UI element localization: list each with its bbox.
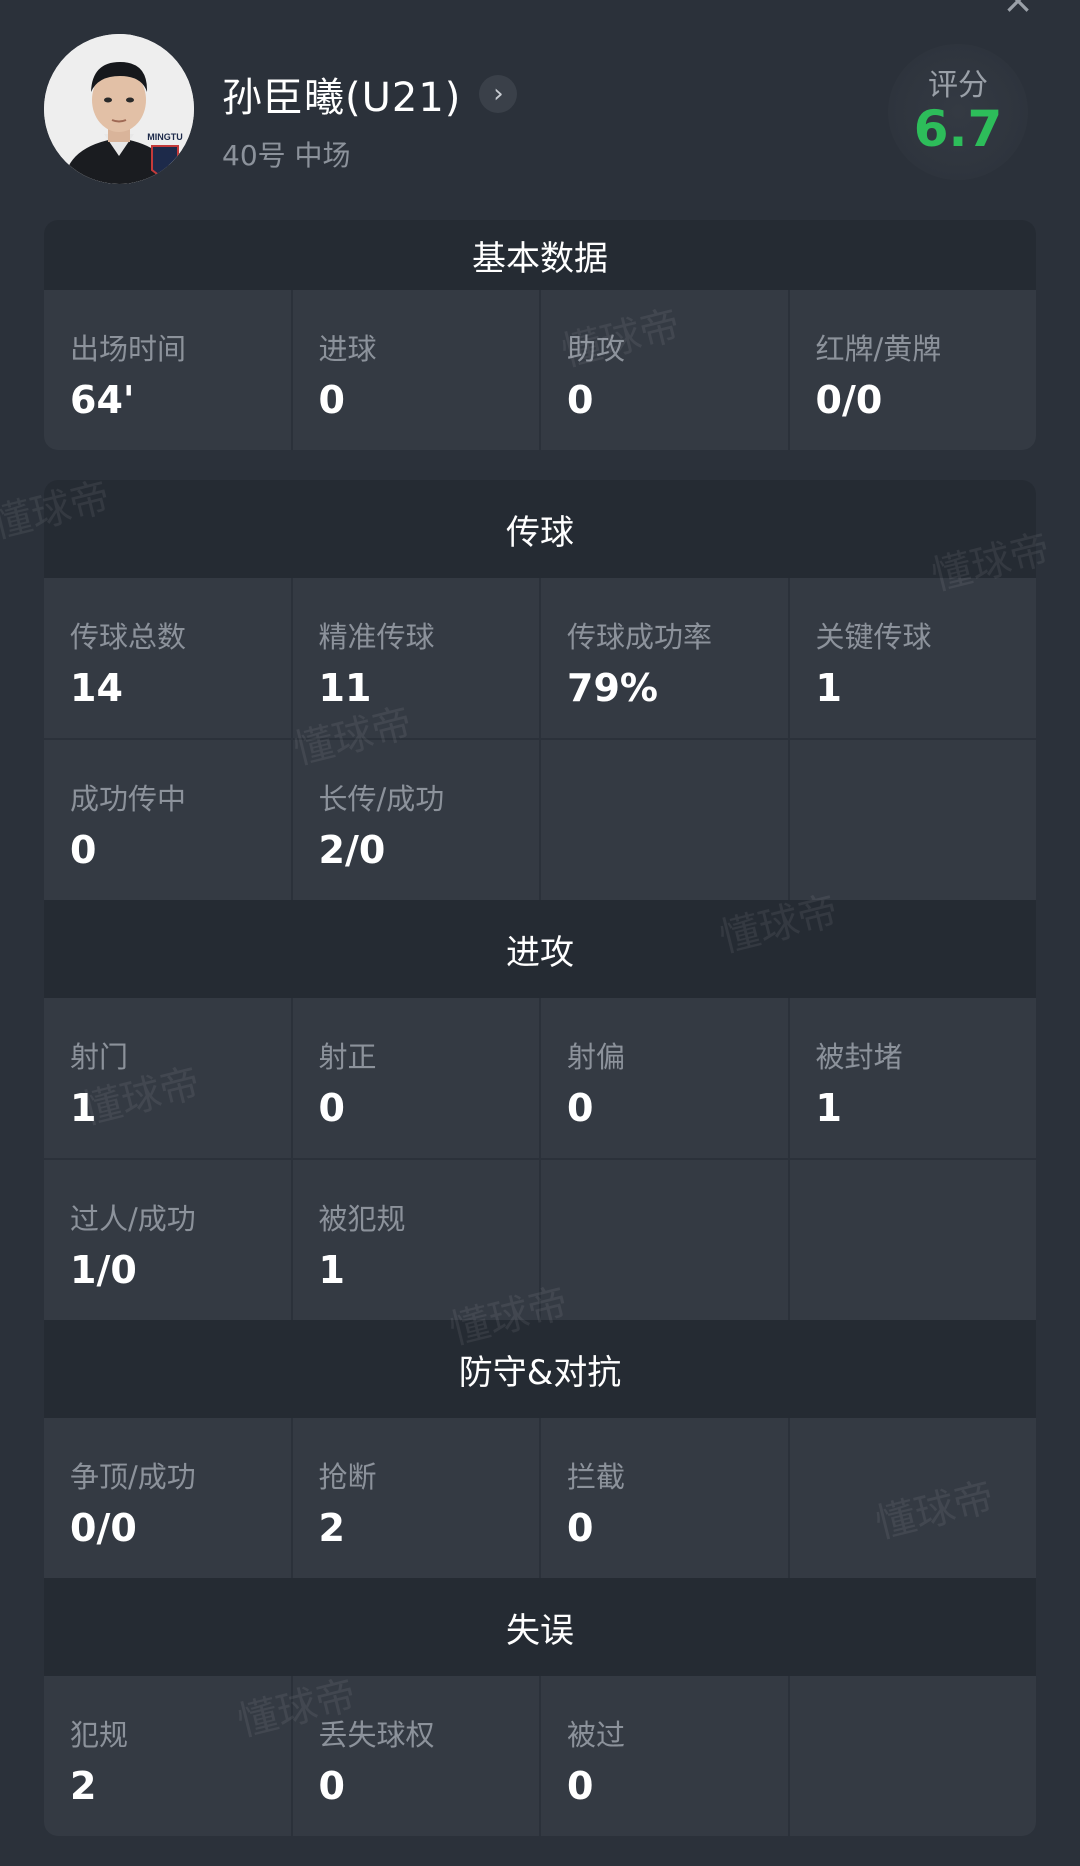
empty-cell — [539, 1160, 788, 1320]
club-badge-text: MINGTU — [147, 132, 183, 142]
stat-value: 1 — [318, 1248, 345, 1292]
stat-cell-aerials: 争顶/成功 0/0 — [44, 1418, 291, 1578]
section-title-basic: 基本数据 — [44, 220, 1036, 290]
stat-label: 过人/成功 — [70, 1202, 196, 1236]
stat-label: 传球总数 — [70, 620, 187, 654]
stat-value: 0 — [318, 1764, 345, 1808]
stat-value: 2 — [318, 1506, 345, 1550]
empty-cell — [787, 1676, 1037, 1836]
player-name: 孙臣曦(U21) — [222, 75, 462, 121]
stat-label: 被封堵 — [815, 1040, 903, 1074]
stat-cell-successful-crosses: 成功传中 0 — [44, 740, 291, 900]
stat-cell-dribbles: 过人/成功 1/0 — [44, 1160, 291, 1320]
stats-row: 争顶/成功 0/0 抢断 2 拦截 0 — [44, 1418, 1036, 1578]
stat-label: 被过 — [567, 1718, 626, 1752]
stats-row: 成功传中 0 长传/成功 2/0 — [44, 738, 1036, 900]
rating-label: 评分 — [928, 68, 988, 103]
stat-label: 传球成功率 — [567, 620, 713, 654]
player-name-row[interactable]: 孙臣曦(U21) › — [222, 66, 518, 122]
chevron-right-icon[interactable]: › — [479, 75, 518, 113]
stat-value: 0 — [567, 1506, 594, 1550]
empty-cell — [787, 740, 1037, 900]
stat-cell-shots-on-target: 射正 0 — [290, 998, 540, 1158]
stat-value: 0 — [567, 1086, 594, 1130]
stat-value: 2 — [70, 1764, 97, 1808]
basic-stats-card: 基本数据 出场时间 64' 进球 0 助攻 0 红牌/黄牌 0/0 — [44, 220, 1036, 450]
stats-row: 传球总数 14 精准传球 11 传球成功率 79% 关键传球 1 — [44, 578, 1036, 738]
stat-cell-dribbled-past: 被过 0 — [539, 1676, 788, 1836]
stat-cell-shots-off-target: 射偏 0 — [539, 998, 788, 1158]
stat-label: 精准传球 — [318, 620, 435, 654]
stat-value: 0 — [567, 378, 594, 422]
stat-label: 拦截 — [567, 1460, 626, 1494]
stat-value: 0/0 — [815, 378, 883, 422]
stat-label: 进球 — [318, 332, 377, 366]
detailed-stats-card: 传球 传球总数 14 精准传球 11 传球成功率 79% 关键传球 1 成功传中… — [44, 480, 1036, 1836]
rating-value: 6.7 — [913, 100, 1003, 158]
stat-cell-accurate-passes: 精准传球 11 — [290, 578, 540, 738]
stat-label: 长传/成功 — [318, 782, 445, 816]
stat-cell-pass-accuracy: 传球成功率 79% — [539, 578, 788, 738]
stat-cell-interceptions: 拦截 0 — [539, 1418, 788, 1578]
stat-label: 成功传中 — [70, 782, 187, 816]
player-header: MINGTU 孙臣曦(U21) › 40号 中场 评分 6.7 — [0, 0, 1080, 220]
stat-value: 1 — [815, 666, 842, 710]
stat-value: 64' — [70, 378, 135, 422]
section-title-errors: 失误 — [44, 1578, 1036, 1676]
stat-cell-long-balls: 长传/成功 2/0 — [290, 740, 540, 900]
stat-label: 丢失球权 — [318, 1718, 435, 1752]
stat-value: 14 — [70, 666, 123, 710]
stat-cell-possession-lost: 丢失球权 0 — [290, 1676, 540, 1836]
stat-label: 射门 — [70, 1040, 129, 1074]
stat-cell-total-passes: 传球总数 14 — [44, 578, 291, 738]
stat-label: 被犯规 — [318, 1202, 406, 1236]
stats-row: 过人/成功 1/0 被犯规 1 — [44, 1158, 1036, 1320]
stat-value: 1/0 — [70, 1248, 137, 1292]
player-number-position: 40号 中场 — [222, 139, 351, 172]
stat-value: 0/0 — [70, 1506, 137, 1550]
stat-cell-blocked-shots: 被封堵 1 — [787, 998, 1037, 1158]
stat-cell-minutes: 出场时间 64' — [44, 290, 291, 450]
stat-label: 助攻 — [567, 332, 626, 366]
stat-label: 射正 — [318, 1040, 377, 1074]
stats-row: 射门 1 射正 0 射偏 0 被封堵 1 — [44, 998, 1036, 1158]
stat-cell-assists: 助攻 0 — [539, 290, 788, 450]
rating-badge: 评分 6.7 — [888, 44, 1028, 180]
section-title-defense: 防守&对抗 — [44, 1320, 1036, 1418]
stat-value: 0 — [567, 1764, 594, 1808]
stat-label: 红牌/黄牌 — [815, 332, 942, 366]
player-photo-icon: MINGTU — [44, 34, 194, 184]
stat-value: 0 — [318, 1086, 345, 1130]
stat-label: 抢断 — [318, 1460, 377, 1494]
empty-cell — [787, 1160, 1037, 1320]
stat-cell-cards: 红牌/黄牌 0/0 — [787, 290, 1037, 450]
club-badge-icon — [151, 145, 179, 182]
stat-cell-key-passes: 关键传球 1 — [787, 578, 1037, 738]
stats-row: 犯规 2 丢失球权 0 被过 0 — [44, 1676, 1036, 1836]
stat-cell-fouls: 犯规 2 — [44, 1676, 291, 1836]
section-title-attack: 进攻 — [44, 900, 1036, 998]
stat-label: 射偏 — [567, 1040, 626, 1074]
stat-value: 11 — [318, 666, 372, 710]
stat-cell-tackles: 抢断 2 — [290, 1418, 540, 1578]
empty-cell — [787, 1418, 1037, 1578]
stat-label: 争顶/成功 — [70, 1460, 196, 1494]
stat-value: 1 — [815, 1086, 842, 1130]
stat-value: 2/0 — [318, 828, 386, 872]
stat-cell-shots: 射门 1 — [44, 998, 291, 1158]
stats-row: 出场时间 64' 进球 0 助攻 0 红牌/黄牌 0/0 — [44, 290, 1036, 450]
stat-label: 出场时间 — [70, 332, 187, 366]
stat-value: 1 — [70, 1086, 97, 1130]
stat-value: 0 — [70, 828, 97, 872]
stat-cell-fouled: 被犯规 1 — [290, 1160, 540, 1320]
stat-label: 犯规 — [70, 1718, 129, 1752]
empty-cell — [539, 740, 788, 900]
section-title-passing: 传球 — [44, 480, 1036, 578]
stat-label: 关键传球 — [815, 620, 932, 654]
stat-value: 0 — [318, 378, 345, 422]
stat-value: 79% — [567, 666, 658, 710]
stat-cell-goals: 进球 0 — [290, 290, 540, 450]
player-avatar: MINGTU — [44, 34, 194, 184]
